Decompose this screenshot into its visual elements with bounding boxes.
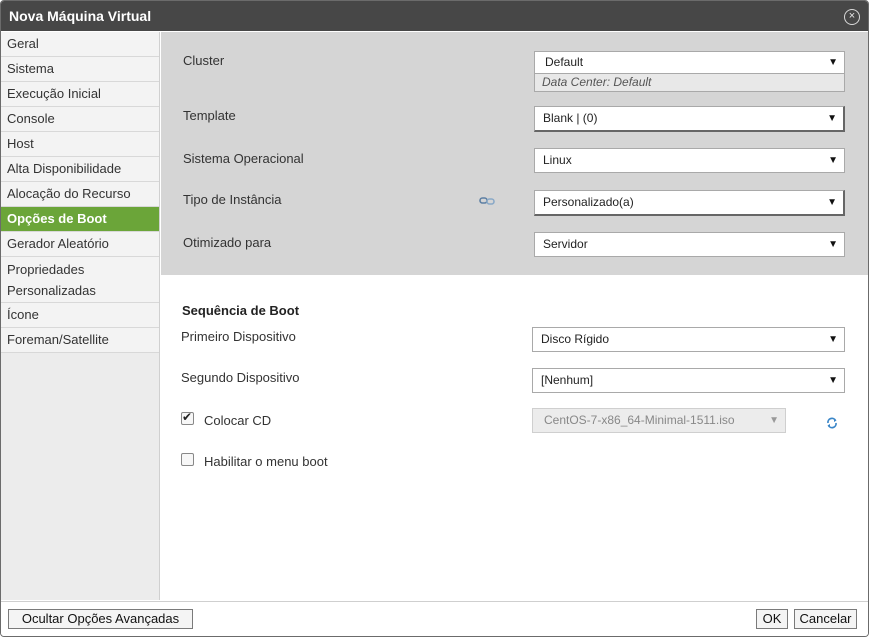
instance-type-select[interactable]: Personalizado(a) ▼ bbox=[534, 190, 845, 216]
new-vm-dialog: Nova Máquina Virtual × Geral Sistema Exe… bbox=[0, 0, 869, 637]
sidebar-item-label: Ícone bbox=[7, 307, 39, 322]
sidebar-item-console[interactable]: Console bbox=[1, 107, 159, 132]
template-select[interactable]: Blank | (0) ▼ bbox=[534, 106, 845, 132]
cd-image-value: CentOS-7-x86_64-Minimal-1511.iso bbox=[544, 413, 735, 427]
sidebar-item-execucao-inicial[interactable]: Execução Inicial bbox=[1, 82, 159, 107]
cluster-label: Cluster bbox=[183, 53, 225, 68]
cluster-value: Default bbox=[545, 55, 584, 69]
data-center-note: Data Center: Default bbox=[534, 74, 845, 92]
sidebar-item-host[interactable]: Host bbox=[1, 132, 159, 157]
dialog-footer: Ocultar Opções Avançadas OK Cancelar bbox=[1, 601, 868, 636]
sidebar-item-label: Foreman/Satellite bbox=[7, 332, 109, 347]
cluster-select[interactable]: Default ▼ bbox=[534, 51, 845, 74]
chevron-down-icon: ▼ bbox=[828, 334, 838, 345]
optimized-for-select[interactable]: Servidor ▼ bbox=[534, 232, 845, 257]
attach-cd-label: Colocar CD bbox=[204, 413, 272, 428]
check-icon: ✔ bbox=[182, 410, 193, 424]
second-device-value: [Nenhum] bbox=[541, 373, 594, 387]
hide-advanced-options-button[interactable]: Ocultar Opções Avançadas bbox=[8, 609, 193, 629]
sidebar: Geral Sistema Execução Inicial Console H… bbox=[1, 32, 160, 600]
first-device-value: Disco Rígido bbox=[541, 332, 610, 346]
close-icon[interactable]: × bbox=[844, 9, 860, 25]
sidebar-item-propriedades-personalizadas[interactable]: Propriedades Personalizadas bbox=[1, 257, 159, 303]
chevron-down-icon: ▼ bbox=[827, 197, 837, 208]
os-value: Linux bbox=[543, 153, 572, 167]
first-device-label: Primeiro Dispositivo bbox=[181, 329, 296, 344]
sidebar-item-label: Console bbox=[7, 111, 55, 126]
sidebar-item-label: Gerador Aleatório bbox=[7, 236, 109, 251]
attach-cd-checkbox[interactable]: ✔ bbox=[181, 410, 194, 425]
second-device-select[interactable]: [Nenhum] ▼ bbox=[532, 368, 845, 393]
sidebar-item-label: Alta Disponibilidade bbox=[7, 161, 122, 176]
sidebar-item-label-line2: Personalizadas bbox=[7, 283, 96, 298]
sidebar-item-gerador-aleatorio[interactable]: Gerador Aleatório bbox=[1, 232, 159, 257]
sidebar-item-alta-disponibilidade[interactable]: Alta Disponibilidade bbox=[1, 157, 159, 182]
sidebar-item-label: Execução Inicial bbox=[7, 86, 101, 101]
first-device-select[interactable]: Disco Rígido ▼ bbox=[532, 327, 845, 352]
chevron-down-icon: ▼ bbox=[769, 415, 779, 426]
boot-sequence-title: Sequência de Boot bbox=[182, 303, 300, 318]
chevron-down-icon: ▼ bbox=[827, 113, 837, 124]
boot-menu-label: Habilitar o menu boot bbox=[204, 454, 328, 469]
instance-type-label: Tipo de Instância bbox=[183, 192, 282, 207]
sidebar-item-foreman-satellite[interactable]: Foreman/Satellite bbox=[1, 328, 159, 353]
ok-button[interactable]: OK bbox=[756, 609, 788, 629]
sidebar-item-label: Alocação do Recurso bbox=[7, 186, 131, 201]
sidebar-item-icone[interactable]: Ícone bbox=[1, 303, 159, 328]
template-value: Blank | (0) bbox=[543, 111, 598, 125]
dialog-title: Nova Máquina Virtual bbox=[9, 8, 152, 24]
optimized-for-label: Otimizado para bbox=[183, 235, 272, 250]
boot-menu-checkbox[interactable] bbox=[181, 453, 194, 466]
cd-image-select[interactable]: CentOS-7-x86_64-Minimal-1511.iso ▼ bbox=[532, 408, 786, 433]
sidebar-item-label-line1: Propriedades bbox=[7, 262, 85, 277]
link-icon[interactable] bbox=[479, 196, 495, 206]
refresh-icon[interactable] bbox=[826, 417, 838, 429]
sidebar-item-alocacao-recurso[interactable]: Alocação do Recurso bbox=[1, 182, 159, 207]
sidebar-item-label: Host bbox=[7, 136, 34, 151]
optimized-for-value: Servidor bbox=[543, 237, 588, 251]
sidebar-item-label: Geral bbox=[7, 36, 39, 51]
template-label: Template bbox=[183, 108, 236, 123]
title-bar: Nova Máquina Virtual × bbox=[1, 1, 868, 31]
os-label: Sistema Operacional bbox=[183, 151, 304, 166]
sidebar-item-geral[interactable]: Geral bbox=[1, 32, 159, 57]
chevron-down-icon: ▼ bbox=[828, 57, 838, 68]
sidebar-item-label: Sistema bbox=[7, 61, 54, 76]
data-center-note-text: Data Center: Default bbox=[542, 75, 652, 89]
sidebar-item-sistema[interactable]: Sistema bbox=[1, 57, 159, 82]
chevron-down-icon: ▼ bbox=[828, 375, 838, 386]
sidebar-item-opcoes-boot[interactable]: Opções de Boot bbox=[1, 207, 159, 232]
cancel-button[interactable]: Cancelar bbox=[794, 609, 857, 629]
sidebar-item-label: Opções de Boot bbox=[7, 211, 107, 226]
os-select[interactable]: Linux ▼ bbox=[534, 148, 845, 173]
chevron-down-icon: ▼ bbox=[828, 239, 838, 250]
second-device-label: Segundo Dispositivo bbox=[181, 370, 300, 385]
instance-type-value: Personalizado(a) bbox=[543, 195, 634, 209]
chevron-down-icon: ▼ bbox=[828, 155, 838, 166]
